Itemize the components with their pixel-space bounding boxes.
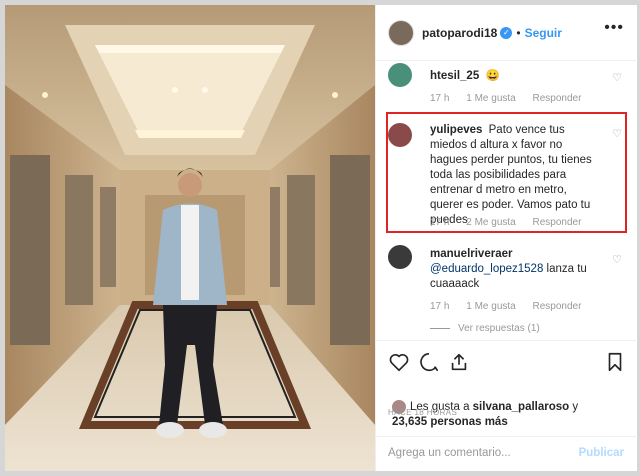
screenshot-frame: patoparodi18 ✓ • Seguir ••• htesil_25 😀 … [0,0,640,476]
add-comment-bar: Agrega un comentario... Publicar [376,436,638,471]
comment-text-block: manuelriveraer @eduardo_lopez1528 lanza … [430,247,600,292]
share-icon[interactable] [448,351,470,373]
more-icon[interactable]: ••• [604,19,624,37]
replies-line [430,327,450,329]
author-avatar[interactable] [388,19,414,46]
comment-time[interactable]: 17 h [430,93,449,104]
post-header: patoparodi18 ✓ • Seguir ••• [376,5,638,61]
reply-button[interactable]: Responder [533,301,582,312]
post-actions: Les gusta a silvana_pallaroso y 23,635 p… [376,340,638,436]
heart-icon[interactable] [388,351,410,373]
comment-meta: 17 h 1 Me gusta Responder [430,301,595,312]
likes-count[interactable]: 23,635 personas más [392,416,508,428]
view-replies-label: Ver respuestas (1) [458,323,540,334]
likes-suffix: y [569,401,579,414]
comment-icon[interactable] [418,351,440,373]
bookmark-icon[interactable] [604,351,626,373]
comment-mention[interactable]: @eduardo_lopez1528 [430,263,543,275]
view-replies-button[interactable]: Ver respuestas (1) [430,323,540,334]
liker-username[interactable]: silvana_pallaroso [473,401,570,413]
comment-time[interactable]: 17 h [430,301,449,312]
comment-text-block: htesil_25 😀 [430,69,600,84]
commenter-avatar[interactable] [388,63,412,87]
commenter-avatar[interactable] [388,245,412,269]
commenter-username[interactable]: manuelriveraer [430,248,512,260]
photo-illustration [5,5,375,471]
comment-likes[interactable]: 1 Me gusta [466,301,515,312]
reply-button[interactable]: Responder [533,93,582,104]
author-username[interactable]: patoparodi18 [422,26,497,40]
comment-item: manuelriveraer @eduardo_lopez1528 lanza … [388,245,628,325]
post-photo[interactable] [5,5,375,471]
comment-likes[interactable]: 1 Me gusta [466,93,515,104]
highlight-box [386,112,627,233]
post-side-panel: patoparodi18 ✓ • Seguir ••• htesil_25 😀 … [375,5,638,471]
follow-button[interactable]: Seguir [525,26,562,40]
commenter-username[interactable]: htesil_25 [430,70,479,82]
post-time-ago[interactable]: HACE 18 HORAS [388,408,457,417]
comment-text: 😀 [485,70,500,82]
comment-heart-icon[interactable]: ♡ [612,71,622,84]
verified-icon: ✓ [500,26,513,39]
comment-item: htesil_25 😀 17 h 1 Me gusta Responder ♡ [388,63,628,108]
publish-button[interactable]: Publicar [579,447,624,459]
comment-meta: 17 h 1 Me gusta Responder [430,93,595,104]
header-separator: • [516,25,521,40]
comment-input[interactable]: Agrega un comentario... [388,447,511,459]
comment-heart-icon[interactable]: ♡ [612,253,622,266]
